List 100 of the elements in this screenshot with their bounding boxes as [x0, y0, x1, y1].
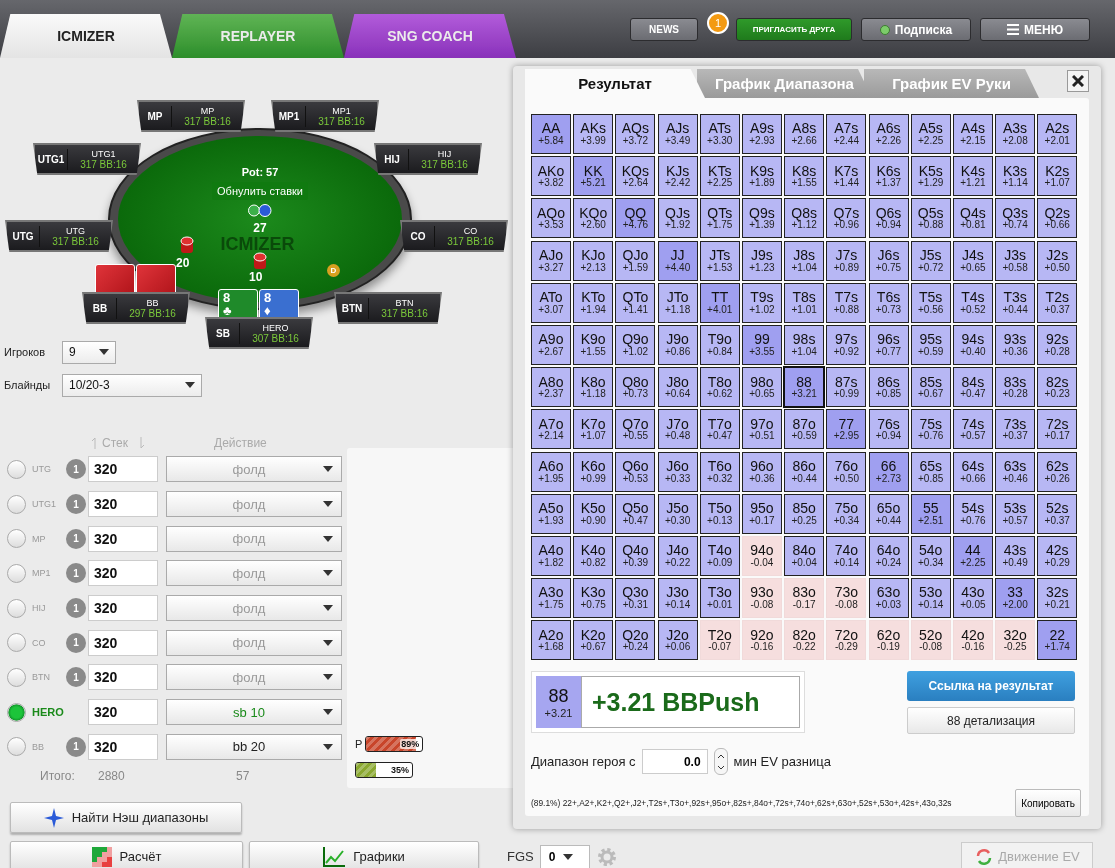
dropdown[interactable]: 9: [62, 340, 116, 364]
hand-cell[interactable]: T8o +0.62: [699, 367, 740, 408]
hand-cell[interactable]: K9s +1.89: [741, 156, 782, 197]
hand-cell[interactable]: 82s +0.23: [1037, 367, 1078, 408]
hand-cell[interactable]: KJs +2.42: [657, 156, 698, 197]
hand-cell[interactable]: 75s +0.76: [910, 409, 951, 450]
action-dropdown[interactable]: sb 10: [166, 699, 342, 726]
hand-cell[interactable]: A5s +2.25: [910, 114, 951, 154]
hand-cell[interactable]: Q2s +0.66: [1037, 198, 1078, 239]
hand-cell[interactable]: 84s +0.47: [952, 367, 993, 408]
top-button[interactable]: NEWS: [630, 18, 698, 41]
stack-input[interactable]: 320: [88, 491, 158, 518]
hand-cell[interactable]: 73o -0.08: [826, 578, 867, 619]
hand-cell[interactable]: Q5o +0.47: [615, 493, 656, 534]
hand-cell[interactable]: 97o +0.51: [741, 409, 782, 450]
hand-cell[interactable]: T2o -0.07: [699, 620, 740, 661]
hand-cell[interactable]: J8s +1.04: [784, 240, 825, 281]
hand-cell[interactable]: K9o +1.55: [573, 324, 614, 365]
hand-cell[interactable]: T3s +0.44: [995, 282, 1036, 323]
stack-input[interactable]: 320: [88, 664, 158, 691]
hand-cell[interactable]: 73s +0.37: [995, 409, 1036, 450]
details-button[interactable]: 88 детализация: [907, 707, 1075, 735]
hand-cell[interactable]: K7s +1.44: [826, 156, 867, 197]
hand-cell[interactable]: A9s +2.93: [741, 114, 782, 154]
hand-cell[interactable]: A2o +1.68: [531, 620, 571, 661]
hand-cell[interactable]: J5o +0.30: [657, 493, 698, 534]
hand-cell[interactable]: 66 +2.73: [868, 451, 909, 492]
hand-cell[interactable]: 84o +0.04: [784, 535, 825, 576]
hand-cell[interactable]: 98s +1.04: [784, 324, 825, 365]
hand-cell[interactable]: K8s +1.55: [784, 156, 825, 197]
hand-cell[interactable]: T9o +0.84: [699, 324, 740, 365]
radio-button[interactable]: [7, 529, 26, 549]
seat-panel[interactable]: UTG1 UTG1 317 BB:16: [33, 143, 141, 175]
seat-panel[interactable]: UTG UTG 317 BB:16: [5, 220, 113, 252]
hand-cell[interactable]: 32s +0.21: [1037, 578, 1078, 619]
hand-cell[interactable]: J5s +0.72: [910, 240, 951, 281]
top-button[interactable]: МЕНЮ: [980, 18, 1090, 41]
hand-cell[interactable]: A2s +2.01: [1037, 114, 1078, 154]
hand-cell[interactable]: K8o +1.18: [573, 367, 614, 408]
hand-cell[interactable]: AJs +3.49: [657, 114, 698, 154]
ev-threshold-input[interactable]: 0.0: [641, 749, 708, 775]
result-link-button[interactable]: Ссылка на результат: [907, 671, 1075, 702]
hand-cell[interactable]: K3o +0.75: [573, 578, 614, 619]
hand-cell[interactable]: T5s +0.56: [910, 282, 951, 323]
close-button[interactable]: [1067, 70, 1089, 92]
hand-cell[interactable]: 94o -0.04: [741, 535, 782, 576]
hand-cell[interactable]: Q6s +0.94: [868, 198, 909, 239]
hand-cell[interactable]: K7o +1.07: [573, 409, 614, 450]
hand-cell[interactable]: K6o +0.99: [573, 451, 614, 492]
hand-cell[interactable]: 95o +0.17: [741, 493, 782, 534]
hand-cell[interactable]: A3s +2.08: [995, 114, 1036, 154]
hand-cell[interactable]: 83s +0.28: [995, 367, 1036, 408]
hand-cell[interactable]: 86o +0.44: [784, 451, 825, 492]
hand-cell[interactable]: 32o -0.25: [995, 620, 1036, 661]
hand-cell[interactable]: 72s +0.17: [1037, 409, 1078, 450]
radio-button[interactable]: [7, 459, 26, 479]
top-button[interactable]: Подписка: [861, 18, 971, 41]
hand-cell[interactable]: T4o +0.09: [699, 535, 740, 576]
hand-cell[interactable]: ATs +3.30: [699, 114, 740, 154]
radio-button[interactable]: [7, 667, 26, 687]
hand-cell[interactable]: JTs +1.53: [699, 240, 740, 281]
spinner-button[interactable]: [713, 748, 728, 776]
dropdown[interactable]: 10/20-3: [62, 373, 202, 397]
hand-cell[interactable]: KQo +2.60: [573, 198, 614, 239]
hand-cell[interactable]: 43o +0.05: [952, 578, 993, 619]
hand-cell[interactable]: 74o +0.14: [826, 535, 867, 576]
hand-cell[interactable]: 98o +0.65: [741, 367, 782, 408]
hand-cell[interactable]: K5o +0.90: [573, 493, 614, 534]
hand-cell[interactable]: KQs +2.64: [615, 156, 656, 197]
hand-cell[interactable]: 54s +0.76: [952, 493, 993, 534]
hand-cell[interactable]: A3o +1.75: [531, 578, 571, 619]
hand-cell[interactable]: 43s +0.49: [995, 535, 1036, 576]
radio-button[interactable]: [7, 633, 26, 653]
charts-button[interactable]: Графики: [249, 841, 479, 868]
hand-cell[interactable]: J6s +0.75: [868, 240, 909, 281]
app-tab[interactable]: SNG COACH: [344, 14, 516, 58]
hand-cell[interactable]: T9s +1.02: [741, 282, 782, 323]
hand-cell[interactable]: KTs +2.25: [699, 156, 740, 197]
hand-cell[interactable]: K4o +0.82: [573, 535, 614, 576]
hand-cell[interactable]: 52s +0.37: [1037, 493, 1078, 534]
hand-cell[interactable]: 52o -0.08: [910, 620, 951, 661]
hand-cell[interactable]: AJo +3.27: [531, 240, 571, 281]
hand-cell[interactable]: Q4s +0.81: [952, 198, 993, 239]
radio-button[interactable]: [7, 702, 26, 722]
hand-cell[interactable]: 55 +2.51: [910, 493, 951, 534]
hand-cell[interactable]: K2o +0.67: [573, 620, 614, 661]
hand-cell[interactable]: AQs +3.72: [615, 114, 656, 154]
seat-panel[interactable]: BTN BTN 317 BB:16: [334, 292, 442, 324]
hand-cell[interactable]: Q4o +0.39: [615, 535, 656, 576]
hand-cell[interactable]: Q3o +0.31: [615, 578, 656, 619]
fgs-dropdown[interactable]: 0: [539, 844, 590, 868]
hand-cell[interactable]: Q7o +0.55: [615, 409, 656, 450]
hand-cell[interactable]: J3o +0.14: [657, 578, 698, 619]
hand-cell[interactable]: 86s +0.85: [868, 367, 909, 408]
hand-cell[interactable]: T5o +0.13: [699, 493, 740, 534]
stack-input[interactable]: 320: [88, 525, 158, 552]
calculate-button[interactable]: Расчёт: [10, 841, 243, 868]
hand-cell[interactable]: JJ +4.40: [657, 240, 698, 281]
hand-cell[interactable]: QTs +1.75: [699, 198, 740, 239]
hand-cell[interactable]: 54o +0.34: [910, 535, 951, 576]
